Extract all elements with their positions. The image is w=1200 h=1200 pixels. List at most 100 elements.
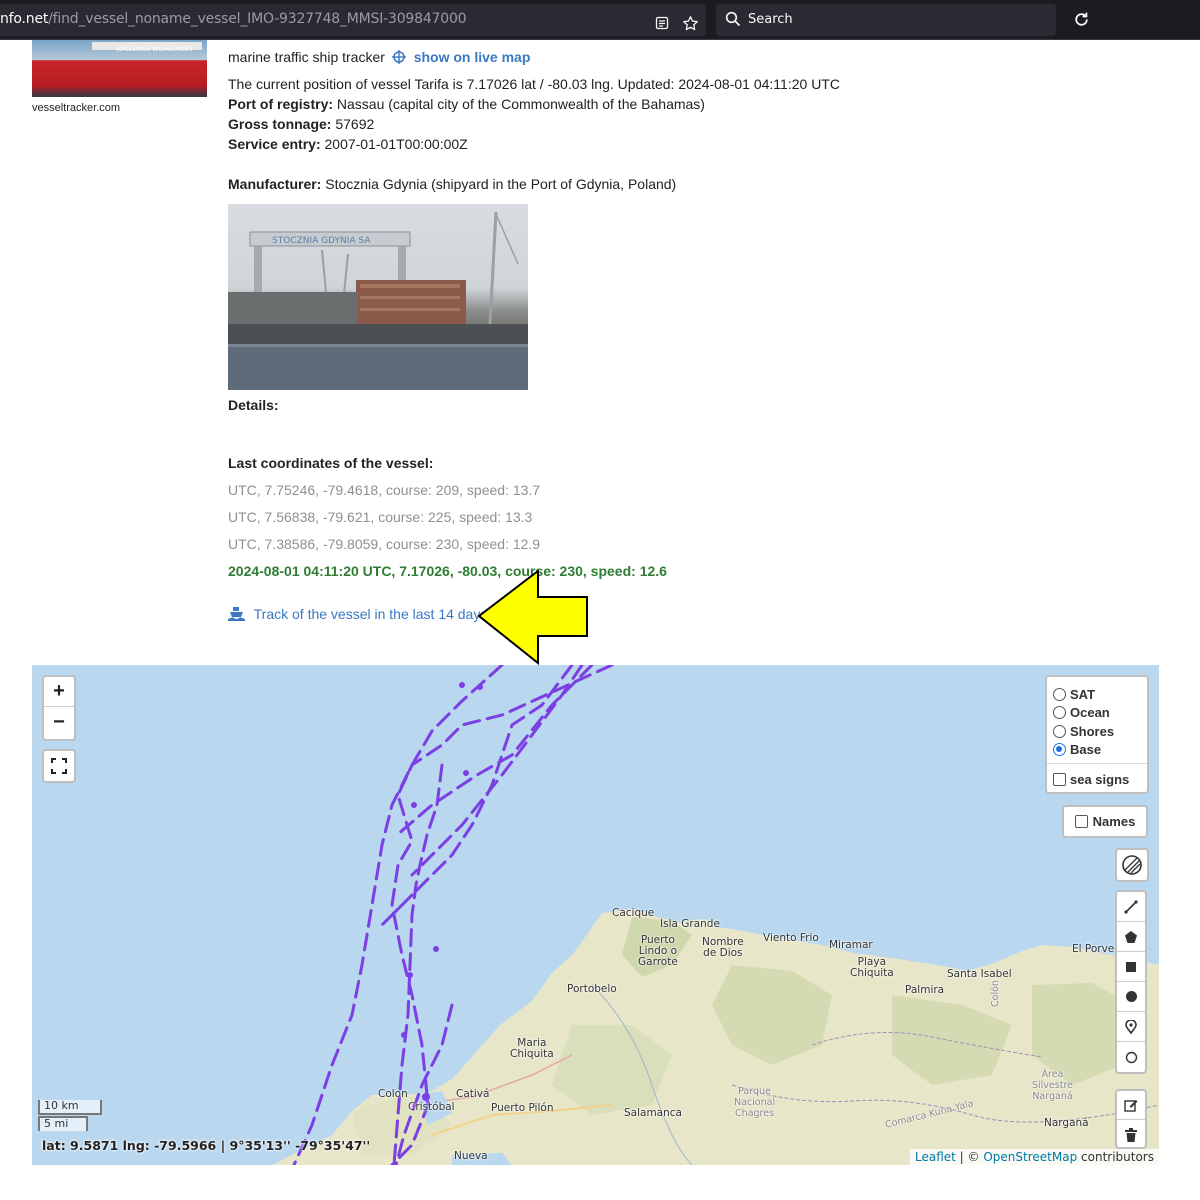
service-label: Service entry: bbox=[228, 136, 321, 152]
details-label-text: Details: bbox=[228, 397, 279, 413]
radio-button[interactable] bbox=[1053, 687, 1066, 701]
ruler-icon bbox=[1122, 855, 1142, 875]
browser-toolbar: nfo.net/find_vessel_noname_vessel_IMO-93… bbox=[0, 0, 1200, 40]
circle-marker-icon bbox=[1125, 1051, 1137, 1063]
position-text: The current position of vessel Tarifa is… bbox=[228, 76, 840, 92]
draw-circle-button[interactable] bbox=[1117, 982, 1145, 1012]
vessel-track-map[interactable]: Cacique Isla Grande Puerto Lindo o Garro… bbox=[32, 665, 1159, 1165]
reload-icon[interactable] bbox=[1070, 8, 1092, 30]
layer-option-shores[interactable]: Shores bbox=[1053, 723, 1114, 739]
track-link-row[interactable]: Track of the vessel in the last 14 days bbox=[228, 606, 487, 624]
manufacturer-value: Stocznia Gdynia (shipyard in the Port of… bbox=[325, 176, 677, 192]
layer-label: Base bbox=[1070, 741, 1102, 757]
radio-button[interactable] bbox=[1053, 705, 1066, 719]
shipyard-photo[interactable]: STOCZNIA GDYNIA SA bbox=[228, 204, 528, 390]
annotation-arrow bbox=[477, 570, 588, 666]
osm-link[interactable]: OpenStreetMap bbox=[983, 1150, 1077, 1164]
names-toggle[interactable]: Names bbox=[1062, 805, 1148, 838]
crosshair-icon bbox=[391, 50, 406, 67]
place-label: El Porve bbox=[1072, 943, 1115, 955]
port-row: Port of registry: Nassau (capital city o… bbox=[228, 96, 705, 112]
photo-caption: vesseltracker.com bbox=[32, 102, 121, 114]
circle-icon bbox=[1125, 991, 1137, 1002]
draw-rectangle-button[interactable] bbox=[1117, 952, 1145, 982]
draw-circlemarker-button[interactable] bbox=[1117, 1042, 1145, 1072]
coord-entry: UTC, 7.38586, -79.8059, course: 230, spe… bbox=[228, 536, 541, 552]
draw-polygon-button[interactable] bbox=[1117, 922, 1145, 952]
sea-signs-toggle[interactable]: sea signs bbox=[1053, 771, 1129, 787]
zoom-out-button[interactable]: − bbox=[44, 707, 74, 737]
place-label: Colón bbox=[989, 980, 1001, 1007]
zoom-control: + − bbox=[42, 675, 76, 741]
url-bar[interactable]: nfo.net/find_vessel_noname_vessel_IMO-93… bbox=[0, 4, 706, 36]
tonnage-row: Gross tonnage: 57692 bbox=[228, 116, 374, 132]
place-label: Portobelo bbox=[567, 983, 617, 995]
live-map-link[interactable]: show on live map bbox=[414, 49, 531, 65]
bookmark-star-icon[interactable] bbox=[679, 12, 701, 34]
radio-button-selected[interactable] bbox=[1053, 742, 1066, 756]
edit-toolbar bbox=[1115, 1089, 1147, 1149]
place-label: Cristóbal bbox=[408, 1101, 455, 1113]
place-label: Nueva bbox=[454, 1150, 488, 1162]
leaflet-link[interactable]: Leaflet bbox=[915, 1150, 956, 1164]
draw-polyline-button[interactable] bbox=[1117, 892, 1145, 922]
layer-option-base[interactable]: Base bbox=[1053, 741, 1101, 757]
coord-entry: UTC, 7.75246, -79.4618, course: 209, spe… bbox=[228, 482, 541, 498]
names-label: Names bbox=[1092, 814, 1136, 829]
vessel-photo[interactable]: WALLENIUS WILHELMSEN bbox=[32, 40, 207, 97]
sea-signs-label: sea signs bbox=[1070, 771, 1130, 787]
polyline-icon bbox=[1124, 899, 1138, 914]
trash-icon bbox=[1125, 1127, 1137, 1142]
place-label: Puerto Pilón bbox=[491, 1102, 554, 1114]
place-label: Miramar bbox=[829, 939, 873, 951]
delete-layers-button[interactable] bbox=[1117, 1120, 1145, 1149]
place-label: Palmira bbox=[905, 984, 945, 996]
checkbox[interactable] bbox=[1053, 772, 1066, 786]
checkbox[interactable] bbox=[1074, 815, 1088, 828]
place-label: Viento Frio bbox=[763, 932, 819, 944]
url-text[interactable]: nfo.net/find_vessel_noname_vessel_IMO-93… bbox=[0, 11, 467, 27]
edit-layers-button[interactable] bbox=[1117, 1091, 1145, 1120]
ship-icon bbox=[228, 606, 245, 624]
map-attribution: Leaflet | © OpenStreetMap contributors bbox=[910, 1149, 1159, 1165]
zoom-in-button[interactable]: + bbox=[44, 677, 74, 707]
measure-button[interactable] bbox=[1115, 848, 1149, 882]
last-coords-label: Last coordinates of the vessel: bbox=[228, 455, 433, 471]
draw-toolbar bbox=[1115, 890, 1147, 1074]
place-label: Nombre de Dios bbox=[702, 936, 744, 959]
edit-icon bbox=[1124, 1100, 1138, 1112]
manufacturer-label: Manufacturer: bbox=[228, 176, 322, 192]
marker-icon bbox=[1125, 1019, 1137, 1034]
url-host: nfo.net bbox=[0, 11, 49, 27]
place-label: Puerto Lindo o Garrote bbox=[638, 934, 678, 968]
place-label: Santa Isabel bbox=[947, 968, 1012, 980]
draw-marker-button[interactable] bbox=[1117, 1012, 1145, 1042]
rectangle-icon bbox=[1126, 961, 1136, 972]
port-value: Nassau (capital city of the Commonwealth… bbox=[336, 96, 705, 112]
place-label: Colon bbox=[378, 1088, 408, 1100]
place-label: Isla Grande bbox=[660, 918, 720, 930]
reader-view-icon[interactable] bbox=[651, 12, 673, 34]
place-label: Salamanca bbox=[624, 1107, 682, 1119]
place-label: Cativá bbox=[456, 1088, 490, 1100]
search-placeholder: Search bbox=[748, 12, 793, 27]
polygon-icon bbox=[1125, 930, 1137, 943]
fullscreen-button[interactable] bbox=[42, 749, 76, 783]
last-coords-label-text: Last coordinates of the vessel: bbox=[228, 455, 434, 471]
ship-hull-label: WALLENIUS WILHELMSEN bbox=[116, 46, 193, 53]
layer-option-sat[interactable]: SAT bbox=[1053, 686, 1095, 702]
place-label: Narganá bbox=[1044, 1117, 1089, 1129]
radio-button[interactable] bbox=[1053, 724, 1066, 738]
vessel-track bbox=[292, 665, 614, 1165]
layer-label: Shores bbox=[1070, 723, 1115, 739]
tracker-text: marine traffic ship tracker bbox=[228, 49, 385, 65]
tonnage-label: Gross tonnage: bbox=[228, 116, 332, 132]
layer-option-ocean[interactable]: Ocean bbox=[1053, 704, 1110, 720]
track-14-days-link[interactable]: Track of the vessel in the last 14 days bbox=[254, 606, 488, 622]
layer-label: Ocean bbox=[1070, 704, 1110, 720]
attribution-separator: | © bbox=[955, 1150, 984, 1164]
cursor-coordinates: lat: 9.5871 lng: -79.5966 | 9°35'13'' -7… bbox=[42, 1138, 371, 1153]
place-label: Maria Chiquita bbox=[510, 1037, 554, 1060]
tonnage-value: 57692 bbox=[335, 116, 375, 132]
search-input[interactable]: Search bbox=[716, 4, 1056, 36]
